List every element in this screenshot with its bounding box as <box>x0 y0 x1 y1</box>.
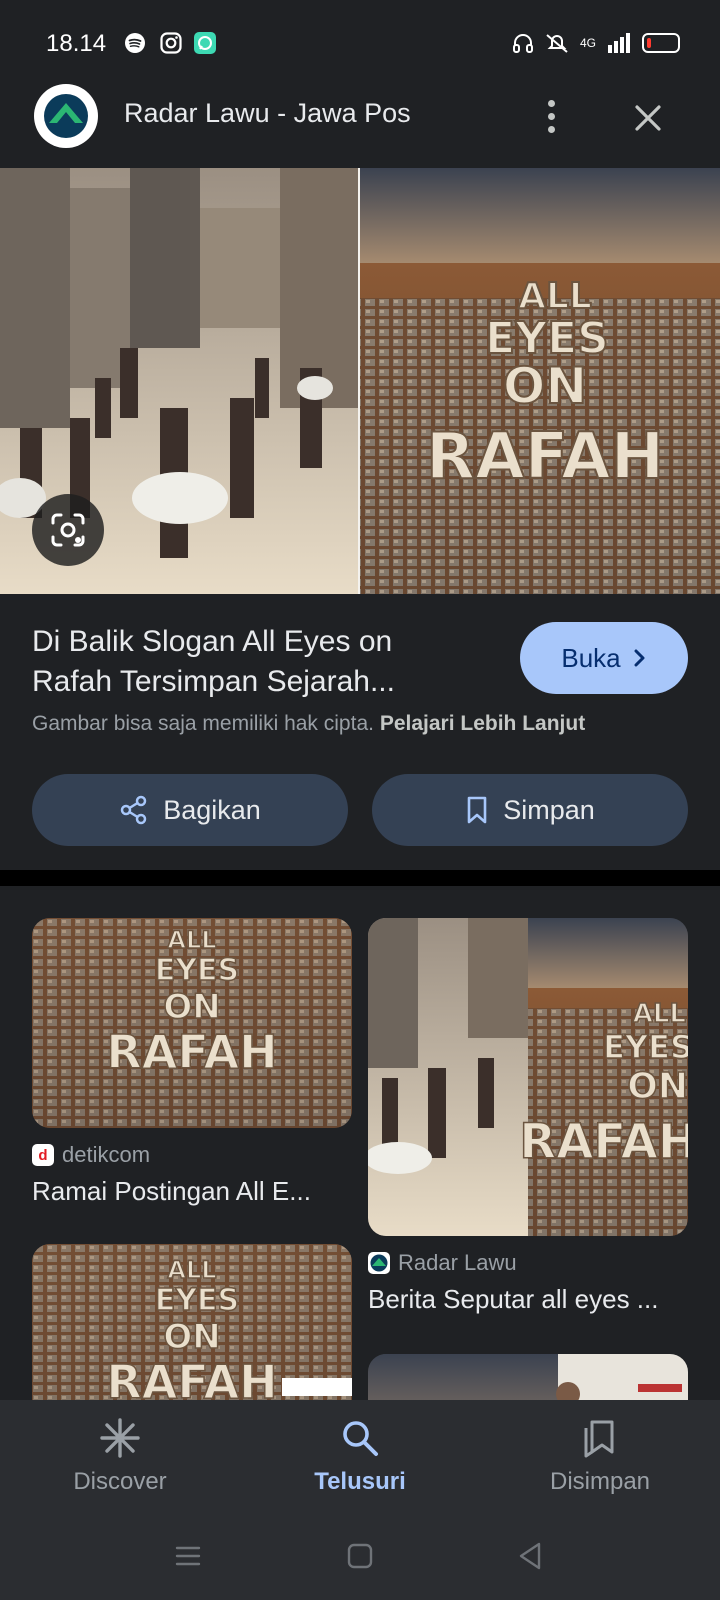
related-card[interactable]: ALL EYES ON RAFAH d detikcom Ramai Posti… <box>32 918 352 1207</box>
related-thumbnail[interactable] <box>368 1354 688 1400</box>
bottom-navigation: Discover Telusuri Disimpan <box>0 1400 720 1512</box>
related-thumbnail[interactable]: ALL EYES ON RAFAH <box>368 918 688 1236</box>
card-source-name: Radar Lawu <box>398 1250 517 1275</box>
radar-lawu-favicon <box>368 1252 390 1274</box>
share-icon <box>120 795 147 825</box>
chat-app-icon <box>194 32 216 54</box>
thumb2-text-rafah: RAFAH <box>519 1114 688 1170</box>
thumb2-text-on: ON <box>627 1066 688 1107</box>
close-icon[interactable] <box>628 98 668 138</box>
save-button-label: Simpan <box>503 794 595 825</box>
thumb-text-all: ALL <box>167 926 216 954</box>
nav-discover[interactable]: Discover <box>20 1418 220 1496</box>
card-title[interactable]: Berita Seputar all eyes ... <box>368 1284 688 1315</box>
thumb3-text-all: ALL <box>167 1256 216 1284</box>
result-details: Di Balik Slogan All Eyes on Rafah Tersim… <box>0 594 720 870</box>
home-icon[interactable] <box>344 1540 376 1572</box>
saved-collections-icon <box>584 1420 614 1458</box>
thumb2-text-eyes: EYES <box>603 1028 688 1066</box>
nav-discover-label: Discover <box>73 1468 167 1495</box>
learn-more-link[interactable]: Pelajari Lebih Lanjut <box>380 712 585 735</box>
open-button[interactable]: Buka <box>520 622 688 694</box>
recent-apps-icon[interactable] <box>172 1540 204 1572</box>
share-button-label: Bagikan <box>163 794 261 825</box>
thumb-text-rafah: RAFAH <box>106 1025 277 1079</box>
thumb-text-eyes: EYES <box>155 953 239 988</box>
nav-saved[interactable]: Disimpan <box>500 1418 700 1496</box>
more-vert-icon[interactable] <box>536 92 566 140</box>
overlay-text-on: ON <box>503 357 587 415</box>
rafah-tents-photo: ALL EYES ON RAFAH <box>360 168 720 594</box>
header: Radar Lawu - Jawa Pos <box>0 66 720 166</box>
card-source: Radar Lawu <box>368 1250 688 1276</box>
source-title: Radar Lawu - Jawa Pos <box>124 98 411 128</box>
battery-icon <box>642 33 680 53</box>
instagram-icon <box>160 32 182 54</box>
spotify-icon <box>125 33 145 53</box>
related-thumbnail[interactable]: ALL EYES ON RAFAH <box>32 918 352 1128</box>
copyright-text: Gambar bisa saja memiliki hak cipta. <box>32 712 374 735</box>
nav-search[interactable]: Telusuri <box>260 1418 460 1496</box>
mute-icon <box>546 34 568 53</box>
open-button-label: Buka <box>561 642 621 673</box>
nav-saved-label: Disimpan <box>549 1468 651 1495</box>
discover-icon <box>100 1418 140 1458</box>
related-card[interactable] <box>368 1354 688 1400</box>
card-title[interactable]: Ramai Postingan All E... <box>32 1176 352 1207</box>
result-title[interactable]: Di Balik Slogan All Eyes on Rafah Tersim… <box>32 622 472 702</box>
thumb3-text-on: ON <box>163 1317 220 1357</box>
hero-image[interactable]: ALL EYES ON RAFAH <box>0 168 720 594</box>
lens-search-icon[interactable] <box>32 494 104 566</box>
detikcom-favicon: d <box>32 1144 54 1166</box>
overlay-text-rafah: RAFAH <box>426 420 664 494</box>
headset-icon <box>512 34 533 53</box>
thumb-text-on: ON <box>163 987 220 1027</box>
share-button[interactable]: Bagikan <box>32 774 348 846</box>
copyright-notice: Gambar bisa saja memiliki hak cipta. Pel… <box>32 712 585 736</box>
bookmark-icon <box>467 796 487 824</box>
related-images-grid: ALL EYES ON RAFAH d detikcom Ramai Posti… <box>0 886 720 1400</box>
save-button[interactable]: Simpan <box>372 774 688 846</box>
radar-lawu-logo[interactable] <box>34 84 98 148</box>
chevron-right-icon <box>634 649 645 667</box>
search-icon <box>343 1421 378 1456</box>
back-icon[interactable] <box>514 1540 546 1572</box>
signal-icon <box>608 33 630 53</box>
detikcom-favicon-letter: d <box>38 1146 48 1164</box>
thumb3-text-eyes: EYES <box>155 1283 239 1318</box>
card-source-name: detikcom <box>62 1142 151 1167</box>
related-card[interactable]: ALL EYES ON RAFAH <box>32 1244 352 1400</box>
nav-search-label: Telusuri <box>314 1468 406 1495</box>
system-navigation-bar <box>0 1512 720 1600</box>
thumb3-text-rafah: RAFAH <box>106 1355 277 1400</box>
network-type: 4G <box>579 36 596 50</box>
overlay-text-all: ALL <box>518 276 592 317</box>
thumb2-text-all: ALL <box>633 999 686 1029</box>
related-card[interactable]: ALL EYES ON RAFAH Radar Lawu Berita Sepu… <box>368 918 688 1315</box>
related-thumbnail[interactable]: ALL EYES ON RAFAH <box>32 1244 352 1400</box>
card-source: d detikcom <box>32 1142 352 1168</box>
section-divider <box>0 870 720 886</box>
status-time: 18.14 <box>46 30 107 57</box>
